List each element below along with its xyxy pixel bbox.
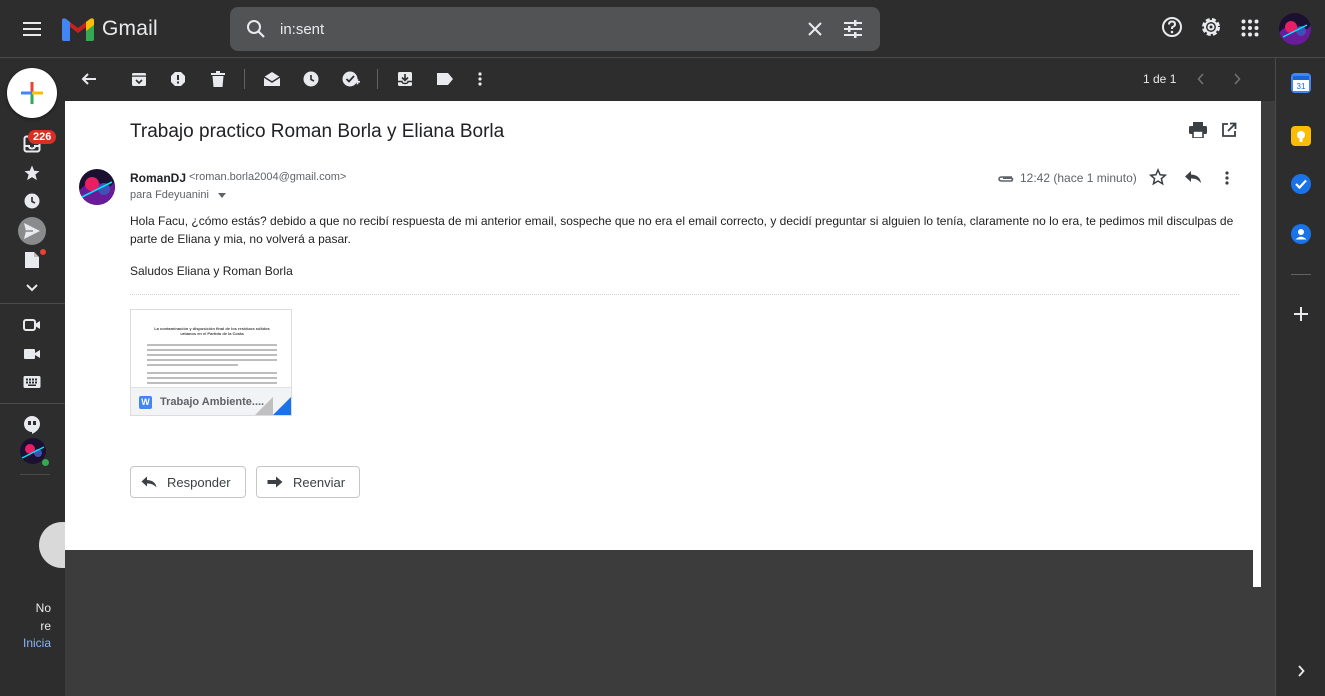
forward-arrow-icon: [267, 476, 283, 488]
rail-divider: [0, 303, 65, 304]
recipient-text: para Fdeyuanini: [130, 189, 209, 201]
toolbar-separator: [377, 69, 378, 89]
report-spam-icon[interactable]: [168, 69, 188, 89]
search-icon[interactable]: [244, 17, 268, 46]
email-signature: Saludos Eliana y Roman Borla: [130, 264, 293, 278]
back-arrow-icon[interactable]: [79, 69, 99, 89]
recipient-line: para Fdeyuanini: [130, 189, 226, 201]
attachment-name: Trabajo Ambiente....: [160, 396, 265, 408]
print-icon[interactable]: [1189, 122, 1207, 143]
sender-email: <roman.borla2004@gmail.com>: [189, 171, 347, 183]
snooze-clock-icon[interactable]: [301, 69, 321, 89]
keep-icon[interactable]: [1291, 126, 1311, 146]
open-in-new-window-icon[interactable]: [1221, 122, 1237, 143]
keyboard-icon[interactable]: [20, 370, 44, 394]
contacts-icon[interactable]: [1291, 224, 1311, 244]
reply-button[interactable]: Responder: [130, 466, 246, 498]
email-body: Hola Facu, ¿cómo estás? debido a que no …: [130, 214, 1234, 246]
attachment-clip-icon: [997, 171, 1015, 189]
reply-arrow-icon: [141, 476, 157, 488]
apps-grid-icon[interactable]: [1241, 19, 1259, 42]
clear-search-icon[interactable]: [803, 17, 827, 46]
attachment-preview-title: La contaminación y disposición final de …: [154, 326, 270, 336]
left-navigation-rail: 226 No re Inicia: [0, 58, 65, 696]
top-bar: Gmail: [0, 0, 1325, 58]
drafts-indicator-dot: [40, 249, 46, 255]
gmail-m-icon: [62, 18, 94, 41]
search-bar: [230, 7, 880, 51]
hangouts-chat-icon[interactable]: [20, 413, 44, 437]
delete-trash-icon[interactable]: [208, 69, 228, 89]
hangouts-signin-link[interactable]: Inicia: [0, 636, 65, 650]
snoozed-clock-icon[interactable]: [20, 189, 44, 213]
move-to-icon[interactable]: [395, 69, 415, 89]
reply-button-label: Responder: [167, 474, 231, 490]
reply-arrow-icon[interactable]: [1184, 170, 1202, 189]
rail-divider: [0, 403, 65, 404]
inbox-unread-badge: 226: [28, 130, 57, 144]
plus-icon: [21, 82, 43, 104]
video-camera-icon[interactable]: [20, 342, 44, 366]
gmail-logo[interactable]: Gmail: [62, 14, 158, 44]
rail-divider: [20, 474, 50, 475]
attachments-divider: [130, 294, 1239, 295]
more-chevron-down-icon[interactable]: [20, 276, 44, 300]
older-chevron-right-icon[interactable]: [1227, 69, 1247, 89]
forward-button[interactable]: Reenviar: [256, 466, 361, 498]
archive-icon[interactable]: [129, 69, 149, 89]
hangouts-signin-text: re: [40, 619, 51, 633]
calendar-icon[interactable]: 31: [1291, 73, 1311, 93]
app-name: Gmail: [102, 17, 158, 40]
tasks-icon[interactable]: [1291, 174, 1311, 194]
hangouts-placeholder-graphic: [39, 522, 65, 568]
starred-icon[interactable]: [20, 161, 44, 185]
attachment-corner-accent: [273, 397, 291, 415]
more-options-vertical-icon[interactable]: [470, 69, 490, 89]
hangouts-signin-text: No: [35, 601, 51, 615]
recipient-details-dropdown-icon[interactable]: [217, 192, 226, 198]
meet-icon[interactable]: [20, 313, 44, 337]
label-icon[interactable]: [435, 69, 455, 89]
sender-name[interactable]: RomanDJ: [130, 171, 186, 185]
side-panel-divider: [1291, 274, 1311, 275]
attachment-preview: La contaminación y disposición final de …: [147, 326, 277, 389]
search-options-icon[interactable]: [841, 17, 865, 46]
get-addons-plus-icon[interactable]: [1291, 304, 1311, 324]
forward-button-label: Reenviar: [293, 474, 346, 490]
word-document-icon: W: [139, 396, 152, 409]
search-input[interactable]: [280, 17, 780, 41]
message-time: 12:42 (hace 1 minuto): [1020, 171, 1137, 185]
mark-unread-icon[interactable]: [262, 69, 282, 89]
help-icon[interactable]: [1161, 16, 1183, 43]
svg-text:31: 31: [1297, 82, 1306, 91]
settings-gear-icon[interactable]: [1200, 16, 1222, 43]
attachment-card[interactable]: La contaminación y disposición final de …: [130, 309, 292, 416]
sent-icon[interactable]: [20, 219, 44, 243]
message-toolbar: 1 de 1: [65, 58, 1275, 101]
show-side-panel-chevron-icon[interactable]: [1291, 661, 1311, 681]
add-to-tasks-icon[interactable]: [341, 69, 361, 89]
pagination-text: 1 de 1: [1143, 72, 1177, 86]
account-avatar[interactable]: [1279, 13, 1311, 45]
email-subject: Trabajo practico Roman Borla y Eliana Bo…: [130, 121, 505, 142]
star-icon[interactable]: [1148, 167, 1168, 191]
email-view-edge: [1253, 549, 1261, 587]
main-menu-icon[interactable]: [14, 11, 50, 47]
newer-chevron-left-icon[interactable]: [1191, 69, 1211, 89]
email-view: Trabajo practico Roman Borla y Eliana Bo…: [65, 101, 1261, 550]
online-status-dot: [41, 458, 50, 467]
side-panel: 31: [1275, 58, 1325, 696]
message-more-options-icon[interactable]: [1225, 171, 1229, 190]
toolbar-separator: [244, 69, 245, 89]
sender-avatar[interactable]: [79, 169, 115, 205]
attachment-corner-fold: [255, 397, 273, 415]
compose-button[interactable]: [7, 68, 57, 118]
